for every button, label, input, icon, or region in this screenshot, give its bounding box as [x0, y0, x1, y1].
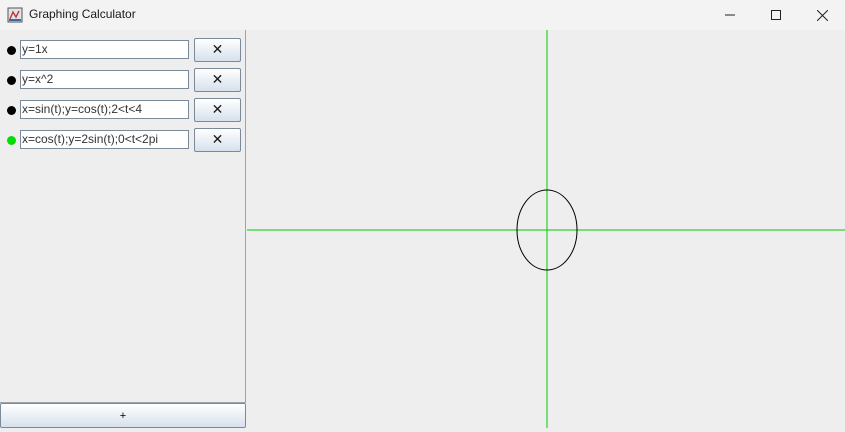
title-bar: Graphing Calculator	[0, 0, 845, 30]
close-button[interactable]	[799, 0, 845, 30]
equation-row: y=1x ✕	[0, 38, 245, 62]
delete-equation-button[interactable]: ✕	[194, 98, 241, 122]
close-icon	[816, 9, 828, 21]
equation-color-dot	[7, 76, 16, 85]
equation-row: y=x^2 ✕	[0, 68, 245, 92]
equation-color-dot	[7, 106, 16, 115]
close-icon: ✕	[211, 102, 224, 118]
close-icon: ✕	[211, 42, 224, 58]
delete-equation-button[interactable]: ✕	[194, 38, 241, 62]
equation-input[interactable]: x=sin(t);y=cos(t);2<t<4	[20, 100, 189, 119]
graph-canvas[interactable]	[247, 30, 845, 428]
equation-input[interactable]: x=cos(t);y=2sin(t);0<t<2pi	[20, 130, 189, 149]
delete-equation-button[interactable]: ✕	[194, 128, 241, 152]
minimize-button[interactable]	[707, 0, 753, 30]
equation-row: x=cos(t);y=2sin(t);0<t<2pi ✕	[0, 128, 245, 152]
equation-color-dot	[7, 46, 16, 55]
graph-plot	[247, 30, 845, 428]
close-icon: ✕	[211, 132, 224, 148]
delete-equation-button[interactable]: ✕	[194, 68, 241, 92]
close-icon: ✕	[211, 72, 224, 88]
maximize-button[interactable]	[753, 0, 799, 30]
equation-input[interactable]: y=1x	[20, 40, 189, 59]
maximize-icon	[771, 10, 781, 20]
equation-color-dot	[7, 136, 16, 145]
add-equation-button[interactable]: +	[0, 403, 246, 428]
app-icon	[7, 7, 23, 23]
equation-panel: y=1x ✕ y=x^2 ✕ x=sin(t);y=cos(t);2<t<4 ✕…	[0, 30, 246, 403]
equation-input[interactable]: y=x^2	[20, 70, 189, 89]
equation-row: x=sin(t);y=cos(t);2<t<4 ✕	[0, 98, 245, 122]
minimize-icon	[725, 14, 735, 16]
window-title: Graphing Calculator	[29, 7, 136, 21]
add-equation-label: +	[119, 409, 127, 422]
